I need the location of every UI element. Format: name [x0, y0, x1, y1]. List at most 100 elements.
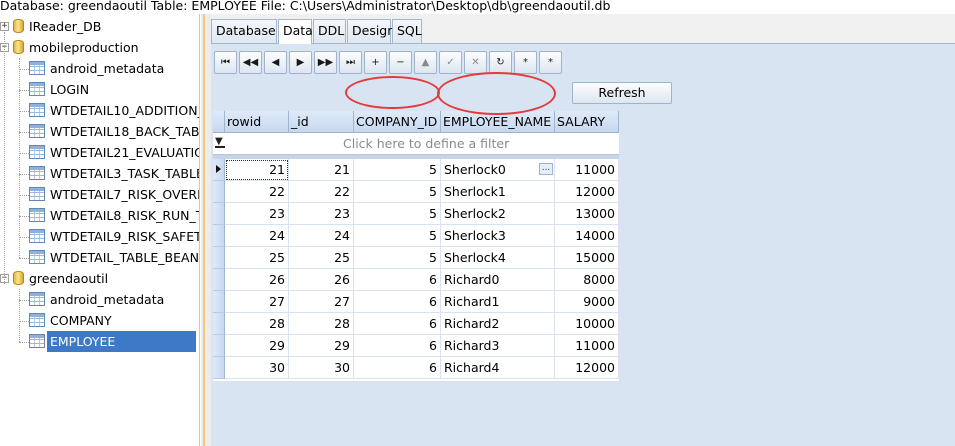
row-indicator[interactable] [213, 291, 225, 313]
last-page-icon[interactable]: ⏭ [339, 51, 362, 74]
cell-salary[interactable]: 9000 [555, 291, 619, 313]
tree-table-item[interactable]: WTDETAIL21_EVALUATIO [47, 142, 199, 163]
tab-design[interactable]: Design [347, 19, 395, 43]
refresh-button[interactable]: Refresh [572, 82, 672, 104]
prev-record-icon[interactable]: ◀ [264, 51, 287, 74]
insert-icon[interactable]: + [364, 51, 387, 74]
row-indicator[interactable] [213, 313, 225, 335]
cell-_id[interactable]: 28 [289, 313, 354, 335]
cell-employee_name[interactable]: Richard2 [441, 313, 555, 335]
cell-employee_name[interactable]: Sherlock0... [441, 159, 555, 181]
cell-company_id[interactable]: 6 [354, 291, 441, 313]
cell-_id[interactable]: 29 [289, 335, 354, 357]
row-indicator[interactable] [213, 181, 225, 203]
cell-salary[interactable]: 10000 [555, 313, 619, 335]
tree-table-item[interactable]: WTDETAIL10_ADDITION_ [47, 100, 199, 121]
next-page-icon[interactable]: ▶▶ [314, 51, 337, 74]
cell-employee_name[interactable]: Richard1 [441, 291, 555, 313]
next-record-icon[interactable]: ▶ [289, 51, 312, 74]
cell-company_id[interactable]: 5 [354, 159, 441, 181]
tree-database-IReader_DB[interactable]: IReader_DB [27, 16, 104, 37]
cell-rowid[interactable]: 27 [225, 291, 289, 313]
tree-table-item[interactable]: WTDETAIL7_RISK_OVERH [47, 184, 199, 205]
row-indicator[interactable] [213, 335, 225, 357]
cell-edit-button[interactable]: ... [539, 163, 553, 175]
cell-company_id[interactable]: 6 [354, 335, 441, 357]
cell-rowid[interactable]: 24 [225, 225, 289, 247]
prev-page-icon[interactable]: ◀◀ [239, 51, 262, 74]
tree-table-item[interactable]: WTDETAIL3_TASK_TABLE_ [47, 163, 199, 184]
tree-table-item[interactable]: WTDETAIL9_RISK_SAFETY [47, 226, 199, 247]
cell-employee_name[interactable]: Richard0 [441, 269, 555, 291]
tree-table-item[interactable]: EMPLOYEE [47, 331, 196, 352]
cell-rowid[interactable]: 22 [225, 181, 289, 203]
cell-_id[interactable]: 26 [289, 269, 354, 291]
cell-employee_name[interactable]: Sherlock4 [441, 247, 555, 269]
row-indicator[interactable] [213, 247, 225, 269]
tree-table-item[interactable]: WTDETAIL8_RISK_RUN_T/ [47, 205, 199, 226]
cell-company_id[interactable]: 6 [354, 357, 441, 379]
cell-_id[interactable]: 21 [289, 159, 354, 181]
cell-salary[interactable]: 11000 [555, 335, 619, 357]
tree-table-item[interactable]: LOGIN [47, 79, 92, 100]
cell-_id[interactable]: 23 [289, 203, 354, 225]
cell-salary[interactable]: 11000 [555, 159, 619, 181]
database-tree[interactable]: + IReader_DB − mobileproduction android_meta… [0, 14, 200, 446]
filter-icon[interactable]: ▼ [215, 137, 225, 148]
cell-company_id[interactable]: 5 [354, 247, 441, 269]
row-indicator[interactable] [213, 357, 225, 379]
cell-employee_name[interactable]: Sherlock2 [441, 203, 555, 225]
cell-salary[interactable]: 12000 [555, 357, 619, 379]
post-icon[interactable]: ✓ [439, 51, 462, 74]
cell-employee_name[interactable]: Richard4 [441, 357, 555, 379]
cell-rowid[interactable]: 28 [225, 313, 289, 335]
tree-table-item[interactable]: android_metadata [47, 289, 167, 310]
tree-table-item[interactable]: android_metadata [47, 58, 167, 79]
cell-employee_name[interactable]: Richard3 [441, 335, 555, 357]
column-header-rowid[interactable]: rowid [225, 111, 289, 133]
first-page-icon[interactable]: ⏮ [214, 51, 237, 74]
cell-rowid[interactable]: 29 [225, 335, 289, 357]
tab-database[interactable]: Database [211, 19, 277, 43]
set-autoinc-icon[interactable]: * [514, 51, 537, 74]
cell-rowid[interactable]: 23 [225, 203, 289, 225]
tree-table-item[interactable]: COMPANY [47, 310, 115, 331]
tree-database-greendaoutil[interactable]: greendaoutil [27, 268, 111, 289]
cell-company_id[interactable]: 5 [354, 181, 441, 203]
tab-ddl[interactable]: DDL [313, 19, 346, 43]
edit-icon[interactable]: ▲ [414, 51, 437, 74]
clear-autoinc-icon[interactable]: * [539, 51, 562, 74]
refresh-data-icon[interactable]: ↻ [489, 51, 512, 74]
column-header-salary[interactable]: SALARY [555, 111, 619, 133]
cell-salary[interactable]: 15000 [555, 247, 619, 269]
cell-employee_name[interactable]: Sherlock3 [441, 225, 555, 247]
cell-salary[interactable]: 8000 [555, 269, 619, 291]
cell-_id[interactable]: 27 [289, 291, 354, 313]
cell-salary[interactable]: 13000 [555, 203, 619, 225]
tree-database-mobileproduction[interactable]: mobileproduction [27, 37, 142, 58]
cell-rowid[interactable]: 26 [225, 269, 289, 291]
row-indicator[interactable] [213, 159, 225, 181]
tree-table-item[interactable]: WTDETAIL18_BACK_TABL [47, 121, 199, 142]
expand-icon[interactable]: + [0, 22, 9, 31]
cell-rowid[interactable]: 30 [225, 357, 289, 379]
cell-company_id[interactable]: 6 [354, 269, 441, 291]
cell-rowid[interactable]: 21 [225, 159, 289, 181]
column-header-company_id[interactable]: COMPANY_ID [354, 111, 441, 133]
cell-rowid[interactable]: 25 [225, 247, 289, 269]
cancel-icon[interactable]: ✕ [464, 51, 487, 74]
cell-salary[interactable]: 12000 [555, 181, 619, 203]
cell-_id[interactable]: 30 [289, 357, 354, 379]
filter-row[interactable]: ▼ Click here to define a filter [213, 133, 619, 155]
cell-company_id[interactable]: 5 [354, 225, 441, 247]
cell-_id[interactable]: 22 [289, 181, 354, 203]
cell-_id[interactable]: 24 [289, 225, 354, 247]
tab-data[interactable]: Data [278, 19, 313, 44]
tree-table-item[interactable]: WTDETAIL_TABLE_BEAN [47, 247, 199, 268]
column-header-_id[interactable]: _id [289, 111, 354, 133]
tab-sql[interactable]: SQL [392, 19, 422, 43]
cell-salary[interactable]: 14000 [555, 225, 619, 247]
row-indicator[interactable] [213, 225, 225, 247]
cell-company_id[interactable]: 6 [354, 313, 441, 335]
cell-_id[interactable]: 25 [289, 247, 354, 269]
